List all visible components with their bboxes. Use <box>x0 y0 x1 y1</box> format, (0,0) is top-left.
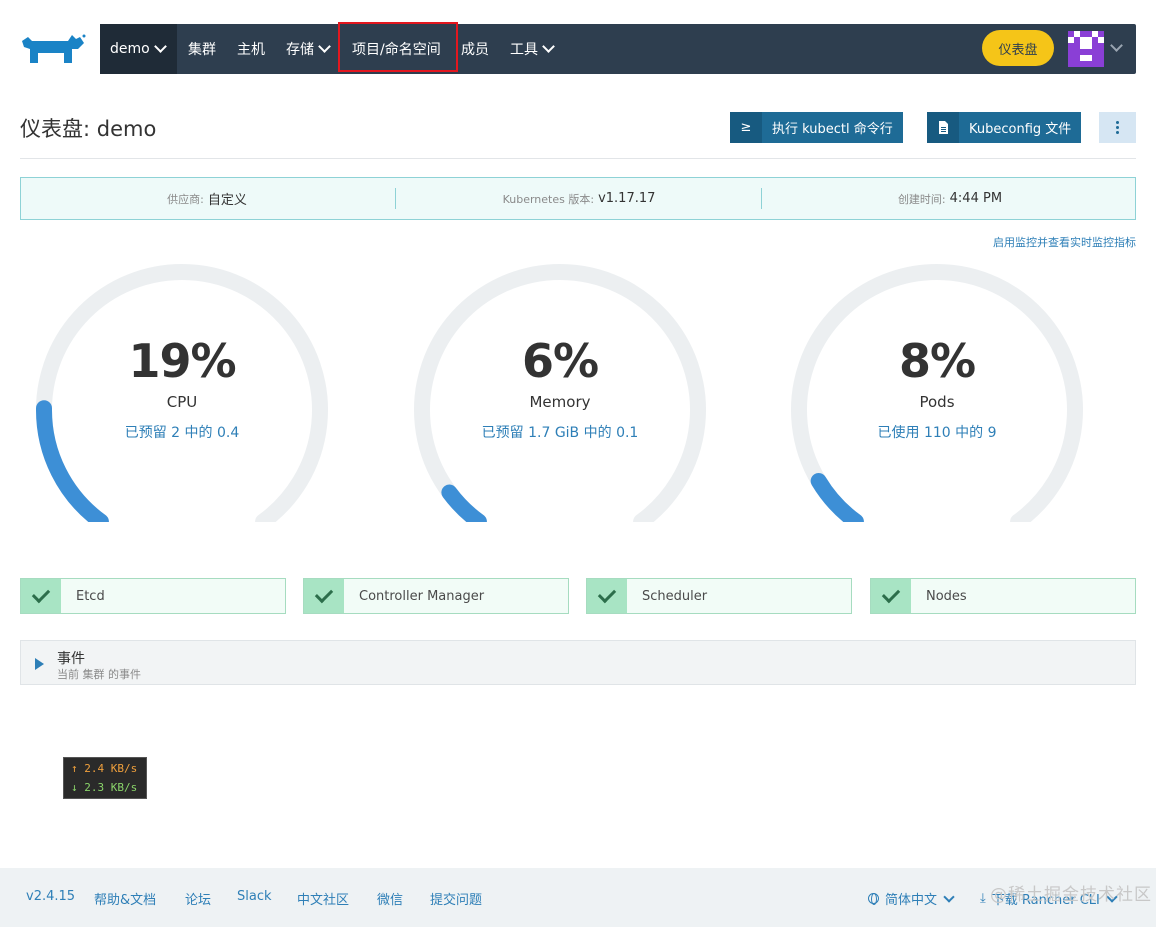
component-nodes: Nodes <box>870 578 1136 614</box>
user-avatar[interactable] <box>1068 31 1104 67</box>
chevron-down-icon <box>542 40 555 53</box>
gauge-percent: 6% <box>521 334 599 388</box>
gauge-detail: 已预留 2 中的 0.4 <box>124 425 240 441</box>
check-icon <box>21 579 61 613</box>
wechat-link[interactable]: 微信 <box>377 889 403 908</box>
events-panel[interactable]: 事件 当前 集群 的事件 <box>20 640 1136 685</box>
chevron-down-icon <box>318 40 331 53</box>
gauge-name: Pods <box>919 393 955 411</box>
events-title: 事件 <box>57 651 85 667</box>
footer: v2.4.15 帮助&文档 论坛 Slack 中文社区 微信 提交问题 简体中文… <box>0 868 1156 927</box>
gauge-percent: 19% <box>128 334 236 388</box>
chevron-down-icon[interactable] <box>1110 39 1123 52</box>
file-icon <box>927 112 959 143</box>
nav-tools[interactable]: 工具 <box>510 24 555 74</box>
divider <box>20 158 1136 159</box>
provider-info: 供应商: 自定义 <box>167 192 247 209</box>
expand-triangle-icon <box>35 658 44 670</box>
events-subtitle: 当前 集群 的事件 <box>57 668 141 681</box>
download-icon: ⤓ <box>980 891 986 906</box>
pods-gauge: 8% Pods 已使用 110 中的 9 <box>787 262 1087 522</box>
help-docs-link[interactable]: 帮助&文档 <box>94 889 156 908</box>
forum-link[interactable]: 论坛 <box>185 889 211 908</box>
gauge-fill <box>441 484 487 522</box>
kubeconfig-button[interactable]: Kubeconfig 文件 <box>927 112 1082 143</box>
gauge-detail: 已预留 1.7 GiB 中的 0.1 <box>481 425 639 441</box>
enable-monitoring-link[interactable]: 启用监控并查看实时监控指标 <box>993 234 1136 250</box>
terminal-icon: ≥ <box>730 112 762 143</box>
component-etcd: Etcd <box>20 578 286 614</box>
chevron-down-icon <box>153 40 167 53</box>
more-actions-icon[interactable] <box>1099 112 1136 143</box>
created-time-info: 创建时间: 4:44 PM <box>897 191 1003 206</box>
cpu-gauge: 19% CPU 已预留 2 中的 0.4 <box>32 262 332 522</box>
gauge-percent: 8% <box>898 334 976 388</box>
cluster-info-bar: 供应商: 自定义 Kubernetes 版本: v1.17.17 创建时间: 4:44… <box>20 177 1136 220</box>
nav-cluster[interactable]: 集群 <box>188 24 216 74</box>
gauge-name: CPU <box>166 393 198 411</box>
cluster-switcher[interactable]: demo <box>100 24 177 74</box>
nav-storage[interactable]: 存储 <box>286 24 331 74</box>
nav-members[interactable]: 成员 <box>461 24 489 74</box>
network-speed-widget: ↑ 2.4 KB/s ↓ 2.3 KB/s <box>63 757 147 799</box>
download-speed: ↓ 2.3 KB/s <box>71 781 138 794</box>
chevron-down-icon <box>943 890 955 903</box>
gauge-detail: 已使用 110 中的 9 <box>877 425 997 441</box>
globe-icon <box>868 893 879 905</box>
check-icon <box>304 579 344 613</box>
submit-issue-link[interactable]: 提交问题 <box>430 889 482 908</box>
chinese-community-link[interactable]: 中文社区 <box>297 889 349 908</box>
language-selector[interactable]: 简体中文 <box>868 889 955 908</box>
watermark: @稀土掘金技术社区 <box>990 885 1152 905</box>
top-navbar: demo 集群 主机 存储 项目/命名空间 成员 工具 仪表盘 <box>100 22 1136 74</box>
component-controller-manager: Controller Manager <box>303 578 569 614</box>
page-title: 仪表盘: demo <box>20 117 157 141</box>
cluster-name: demo <box>110 41 150 57</box>
check-icon <box>871 579 911 613</box>
version-link[interactable]: v2.4.15 <box>26 889 75 904</box>
gauge-fill <box>810 472 864 522</box>
kubectl-shell-button[interactable]: ≥ 执行 kubectl 命令行 <box>730 112 903 143</box>
gauge-name: Memory <box>529 393 591 411</box>
k8s-version-info: Kubernetes 版本: v1.17.17 <box>502 191 656 206</box>
slack-link[interactable]: Slack <box>237 889 272 904</box>
rancher-logo[interactable] <box>20 33 86 65</box>
component-scheduler: Scheduler <box>586 578 852 614</box>
upload-speed: ↑ 2.4 KB/s <box>71 762 138 775</box>
highlight-box <box>338 22 458 72</box>
separator <box>761 188 762 209</box>
dashboard-button[interactable]: 仪表盘 <box>982 30 1054 66</box>
check-icon <box>587 579 627 613</box>
nav-hosts[interactable]: 主机 <box>237 24 265 74</box>
memory-gauge: 6% Memory 已预留 1.7 GiB 中的 0.1 <box>410 262 710 522</box>
